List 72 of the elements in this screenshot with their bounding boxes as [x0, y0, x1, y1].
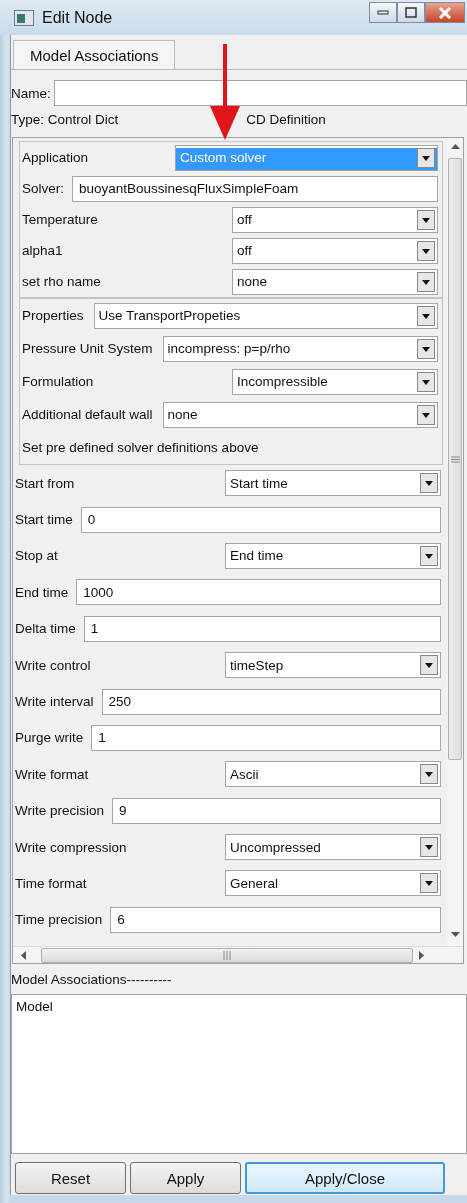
field-label: Write precision [15, 803, 105, 819]
field-label: Solver: [22, 181, 65, 196]
dropdown[interactable]: off [232, 206, 438, 233]
scroll-down-icon[interactable] [450, 932, 460, 938]
text-field[interactable]: 1 [83, 615, 441, 642]
tab[interactable]: Model Associations [13, 40, 176, 69]
field-label: Write interval [15, 694, 94, 710]
dialog-button[interactable]: Reset [15, 1162, 126, 1194]
text-field[interactable]: 1 [91, 724, 441, 751]
grip-icon [450, 455, 460, 463]
field-label: Additional default wall [22, 407, 153, 422]
type-label: Type: Control Dict [11, 111, 119, 127]
field-label: set rho name [22, 274, 102, 289]
text-field[interactable]: 1000 [76, 579, 441, 606]
dropdown[interactable]: Ascii [225, 761, 441, 788]
text-field[interactable]: 9 [112, 797, 441, 824]
dropdown[interactable]: Start time [225, 470, 441, 497]
window-icon [14, 9, 34, 26]
name-field[interactable] [53, 80, 467, 106]
field-label: Start time [15, 512, 73, 528]
field-label: Start from [15, 475, 76, 491]
section-label: Model Associations---------- [11, 972, 173, 989]
field-label: Stop at [15, 548, 59, 564]
dropdown[interactable]: Incompressible [232, 368, 438, 395]
field-label: Properties [22, 308, 84, 323]
dropdown[interactable]: End time [225, 542, 441, 569]
field-label: Pressure Unit System [22, 341, 153, 356]
list-item[interactable]: Model [16, 999, 462, 1014]
dropdown[interactable]: timeStep [225, 652, 441, 679]
dialog-button[interactable]: Apply/Close [245, 1162, 445, 1194]
field-label: Write control [15, 657, 92, 673]
text-field[interactable]: 0 [80, 506, 441, 533]
dropdown[interactable]: none [232, 268, 438, 295]
field-label: Purge write [15, 730, 84, 746]
horizontal-scrollbar[interactable] [13, 946, 463, 963]
field-label: Formulation [22, 374, 95, 389]
maximize-icon [405, 7, 417, 18]
grip-icon [223, 950, 231, 960]
dropdown[interactable]: General [225, 870, 441, 897]
field-label: Write compression [15, 839, 128, 855]
text-field[interactable]: 6 [110, 906, 441, 933]
scrollbar-thumb[interactable] [448, 158, 462, 760]
scroll-up-icon[interactable] [450, 144, 460, 150]
field-label: alpha1 [22, 243, 64, 258]
close-icon [438, 6, 452, 19]
dropdown[interactable]: incompress: p=p/rho [162, 335, 438, 362]
maximize-button[interactable] [397, 2, 425, 23]
field-label: Delta time [15, 621, 76, 637]
dropdown[interactable]: Use TransportPropeties [93, 302, 438, 329]
field-label: Temperature [22, 212, 99, 227]
field-label: End time [15, 584, 69, 600]
minimize-button[interactable] [369, 2, 397, 23]
scroll-right-icon[interactable] [419, 950, 425, 960]
text-field[interactable]: buoyantBoussinesqFluxSimpleFoam [72, 175, 438, 202]
hint-text: Set pre defined solver definitions above [22, 440, 259, 455]
name-label: Name: [11, 85, 51, 101]
scroll-left-icon[interactable] [21, 950, 27, 960]
dropdown[interactable]: none [162, 401, 438, 428]
dialog-button[interactable]: Apply [130, 1162, 241, 1194]
field-label: Write format [15, 766, 90, 782]
field-label: Application [22, 150, 90, 165]
section-heading: CD Definition [246, 111, 326, 127]
field-label: Time precision [15, 912, 103, 928]
window-title: Edit Node [42, 8, 113, 27]
vertical-scrollbar[interactable] [447, 138, 463, 946]
dropdown[interactable]: Uncompressed [225, 834, 441, 861]
close-button[interactable] [425, 2, 465, 23]
dropdown[interactable]: off [232, 237, 438, 264]
field-label: Time format [15, 876, 88, 891]
text-field[interactable]: 250 [101, 688, 441, 715]
scrollbar-thumb[interactable] [41, 947, 413, 963]
minimize-icon [377, 9, 389, 16]
